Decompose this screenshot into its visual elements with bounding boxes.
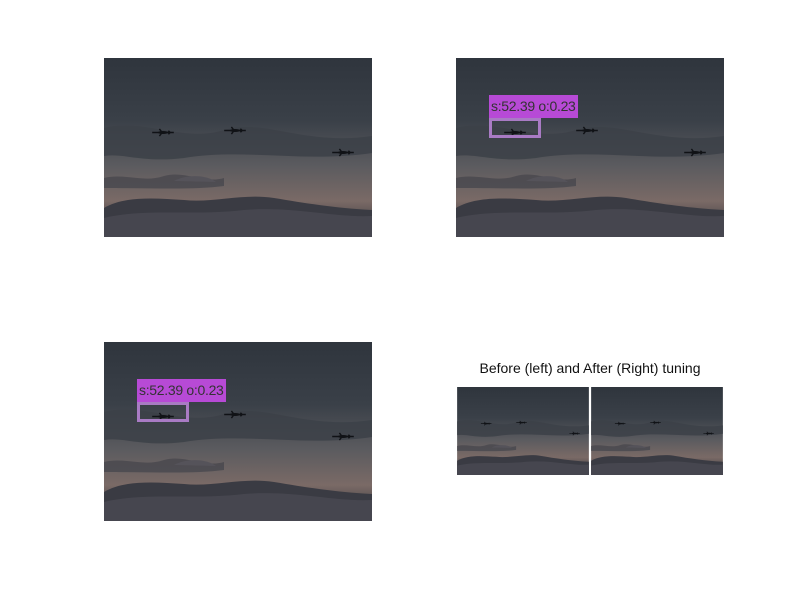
after-tuning-image: [590, 387, 724, 475]
detection-image-panel-1: s:52.39 o:0.23: [456, 58, 724, 237]
detection-score-label: s:52.39 o:0.23: [137, 379, 226, 402]
sky-scene-image: [104, 342, 372, 521]
detection-image-panel-2: s:52.39 o:0.23: [104, 342, 372, 521]
before-tuning-image: [456, 387, 590, 475]
detection-bounding-box: [489, 118, 541, 138]
detection-bounding-box: [137, 402, 189, 422]
original-image-panel: [104, 58, 372, 237]
detection-score-label: s:52.39 o:0.23: [489, 95, 578, 118]
comparison-title: Before (left) and After (Right) tuning: [479, 360, 701, 376]
sky-scene-image: [456, 58, 724, 237]
comparison-image-panel: [456, 387, 724, 475]
sky-scene-image: [104, 58, 372, 237]
